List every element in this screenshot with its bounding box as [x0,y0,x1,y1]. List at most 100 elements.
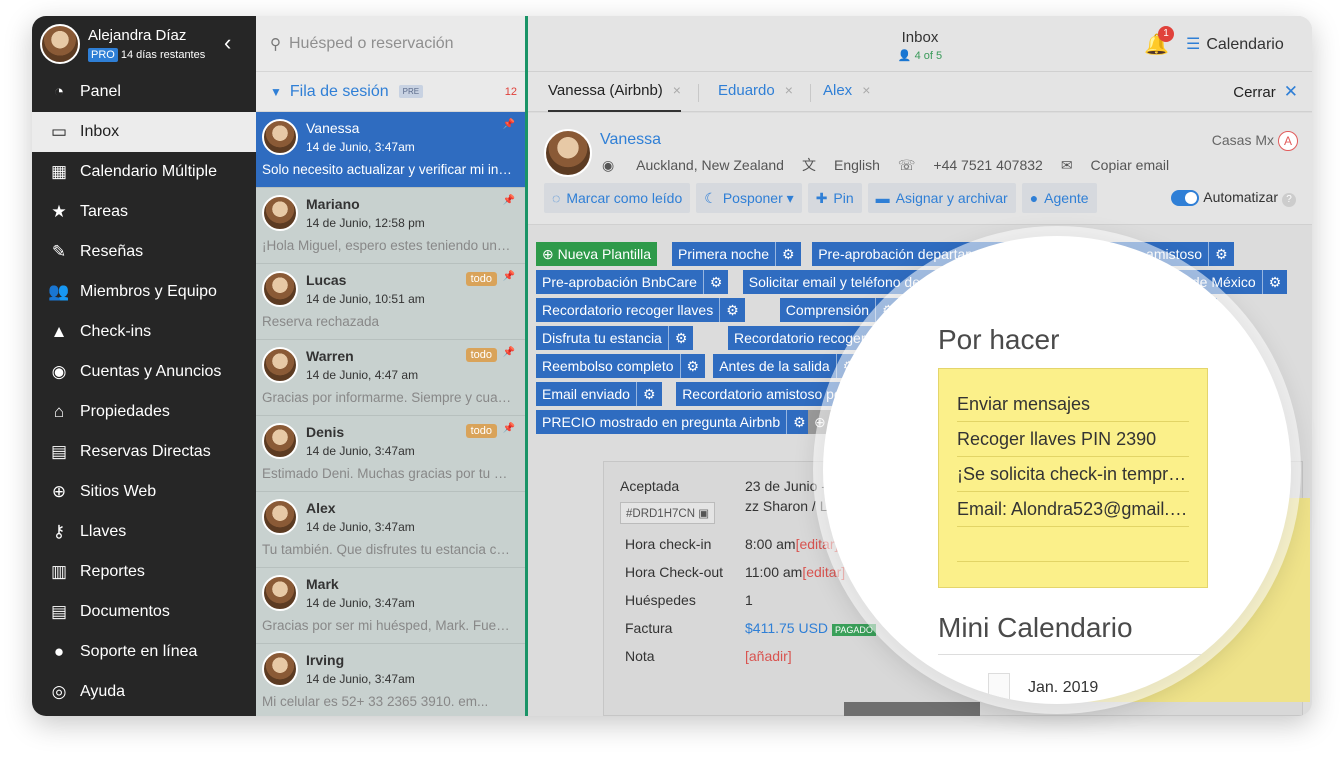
sidebar-item-ayuda[interactable]: ◎ Ayuda [32,672,256,712]
close-all-button[interactable]: Cerrar ✕ [1233,82,1298,102]
reservation-code[interactable]: #DRD1H7CN ▣ [620,502,716,524]
assign-archive-button[interactable]: ▬ Asignar y archivar [867,183,1016,213]
template-button[interactable]: Recordatorio recoger llaves⚙ [536,298,745,322]
gear-icon[interactable]: ⚙ [667,326,687,350]
invoice-value[interactable]: $411.75 USD PAGADO [745,620,876,636]
gear-icon[interactable]: ⚙ [702,270,722,294]
sidebar-item-sitios-web[interactable]: ⊕ Sitios Web [32,472,256,512]
sidebar-item-calendario-múltiple[interactable]: ▦ Calendario Múltiple [32,152,256,192]
toggle-switch[interactable] [1171,190,1200,207]
sidebar-item-propiedades[interactable]: ⌂ Propiedades [32,392,256,432]
conversation-item[interactable]: Vanessa 14 de Junio, 3:47am Solo necesito … [256,112,525,188]
message-date: 14 de Junio, 10:51 am [306,292,425,306]
magnifier-lens: Por hacer Enviar mensajes Recoger llaves … [823,236,1291,704]
mini-calendar-title: Mini Calendario [938,612,1133,643]
sidebar-item-check-ins[interactable]: ▲ Check-ins [32,312,256,352]
pin-icon[interactable]: 📌 [503,195,515,206]
snooze-button[interactable]: ☾ Posponer ▾ [696,183,802,213]
sidebar-item-inbox[interactable]: ▭ Inbox [32,112,256,152]
todo-item[interactable]: ¡Se solicita check-in temprano [957,457,1189,492]
sidebar-item-label: Llaves [80,523,127,540]
sidebar-item-reservas-directas[interactable]: ▤ Reservas Directas [32,432,256,472]
todo-sticky-note[interactable]: Enviar mensajes Recoger llaves PIN 2390 ¡S… [938,368,1208,588]
pin-icon[interactable]: 📌 [503,347,515,358]
sidebar-item-soporte-en-línea[interactable]: ● Soporte en línea [32,632,256,672]
automate-toggle[interactable]: Automatizar? [1171,189,1296,207]
copy-email-link[interactable]: Copiar email [1091,157,1170,173]
sidebar-item-miembros-y-equipo[interactable]: 👥 Miembros y Equipo [32,272,256,312]
sidebar-item-documentos[interactable]: ▤ Documentos [32,592,256,632]
template-button[interactable]: PRECIO mostrado en pregunta Airbnb ⚙ [536,410,812,434]
gear-icon[interactable]: ⚙ [1261,270,1281,294]
guest-name: Denis [306,424,345,440]
sidebar-item-reportes[interactable]: ▥ Reportes [32,552,256,592]
pin-icon[interactable]: 📌 [503,271,515,282]
key-icon: ⚷ [52,522,66,541]
sidebar-item-llaves[interactable]: ⚷ Llaves [32,512,256,552]
language-icon: 文 [801,157,816,173]
conversation-item[interactable]: Lucas 14 de Junio, 10:51 am Reserva rechaz… [256,264,525,340]
search-input[interactable]: Huésped o reservación [289,35,454,53]
gear-icon[interactable]: ⚙ [719,298,739,322]
message-date: 14 de Junio, 3:47am [306,596,415,610]
collapse-sidebar-icon[interactable]: ‹ [224,30,231,56]
session-queue[interactable]: ▼ Fila de sesión PRE 12 [256,72,525,112]
modify-button[interactable] [844,702,980,716]
message-preview: Mi celular es 52+ 33 2365 3910. em... [262,694,489,709]
calendar-icon: ▦ [50,162,68,181]
tab-eduardo[interactable]: Eduardo × [718,72,793,112]
gear-icon[interactable]: ⚙ [775,242,795,266]
conversation-item[interactable]: Warren 14 de Junio, 4:47 am Gracias por in… [256,340,525,416]
template-button[interactable]: Email enviado ⚙ [536,382,662,406]
template-button[interactable]: Reembolso completo ⚙ [536,354,706,378]
new-template-button[interactable]: ⊕ Nueva Plantilla [536,242,658,266]
mark-read-button[interactable]: ◌ Marcar como leído [544,183,691,213]
paid-badge: PAGADO [832,624,876,636]
close-icon[interactable]: × [673,82,681,98]
template-button[interactable]: Antes de la salida⚙ [713,354,862,378]
sidebar-item-reseñas[interactable]: ✎ Reseñas [32,232,256,272]
guest-name[interactable]: Vanessa [600,131,661,149]
user-profile[interactable]: Alejandra Díaz PRO 14 días restantes ‹ [32,16,256,72]
tab-vanessa[interactable]: Vanessa (Airbnb) × [548,72,681,112]
gear-icon[interactable]: ⚙ [679,354,699,378]
message-date: 14 de Junio, 3:47am [306,520,415,534]
conversation-item[interactable]: Alex 14 de Junio, 3:47am Tu también. Que d… [256,492,525,568]
conversation-item[interactable]: Mariano 14 de Junio, 12:58 pm ¡Hola Miguel… [256,188,525,264]
template-button[interactable]: Pre-aprobación BnbCare ⚙ [536,270,729,294]
edit-checkin-link[interactable]: [editar] [796,536,839,552]
add-note-link[interactable]: [añadir] [745,648,792,664]
conversation-item[interactable]: Mark 14 de Junio, 3:47am Gracias por ser m… [256,568,525,644]
calendar-prev-button[interactable] [988,673,1010,703]
sidebar-item-tareas[interactable]: ★ Tareas [32,192,256,232]
pin-icon[interactable]: 📌 [503,119,515,130]
help-icon[interactable]: ? [1282,193,1296,207]
todo-item[interactable]: Enviar mensajes [957,387,1189,422]
sidebar-item-panel[interactable]: ◔ Panel [32,72,256,112]
gear-icon[interactable]: ⚙ [635,382,656,406]
plan-info: PRO 14 días restantes [88,48,205,62]
gear-icon[interactable]: ⚙ [786,410,806,434]
sidebar-item-cuentas-y-anuncios[interactable]: ◉ Cuentas y Anuncios [32,352,256,392]
pin-icon[interactable]: 📌 [503,423,515,434]
plus-icon: ⊕ [542,246,558,262]
tab-alex[interactable]: Alex × [823,72,870,112]
guest-name: Irving [306,652,345,668]
conversation-item[interactable]: Denis 14 de Junio, 3:47am Estimado Deni. M… [256,416,525,492]
todo-item[interactable]: Email: Alondra523@gmail.com [957,492,1189,527]
template-button[interactable]: Primera noche ⚙ [672,242,801,266]
search-bar[interactable]: ⚲ Huésped o reservación [256,16,525,72]
edit-checkout-link[interactable]: [editar] [802,564,845,580]
agent-button[interactable]: ● Agente [1021,183,1097,213]
avatar [262,499,298,535]
conversation-item[interactable]: Irving 14 de Junio, 3:47am Mi celular es 5… [256,644,525,716]
gear-icon[interactable]: ⚙ [1208,242,1228,266]
close-icon[interactable]: × [785,82,793,98]
calendar-button[interactable]: ☰ Calendario [1186,34,1284,54]
pin-button[interactable]: ✚ Pin [807,183,862,213]
avatar [262,651,298,687]
close-icon[interactable]: × [862,82,870,98]
todo-item[interactable]: Recoger llaves PIN 2390 [957,422,1189,457]
template-button[interactable]: Disfruta tu estancia ⚙ [536,326,694,350]
todo-item[interactable] [957,527,1189,562]
